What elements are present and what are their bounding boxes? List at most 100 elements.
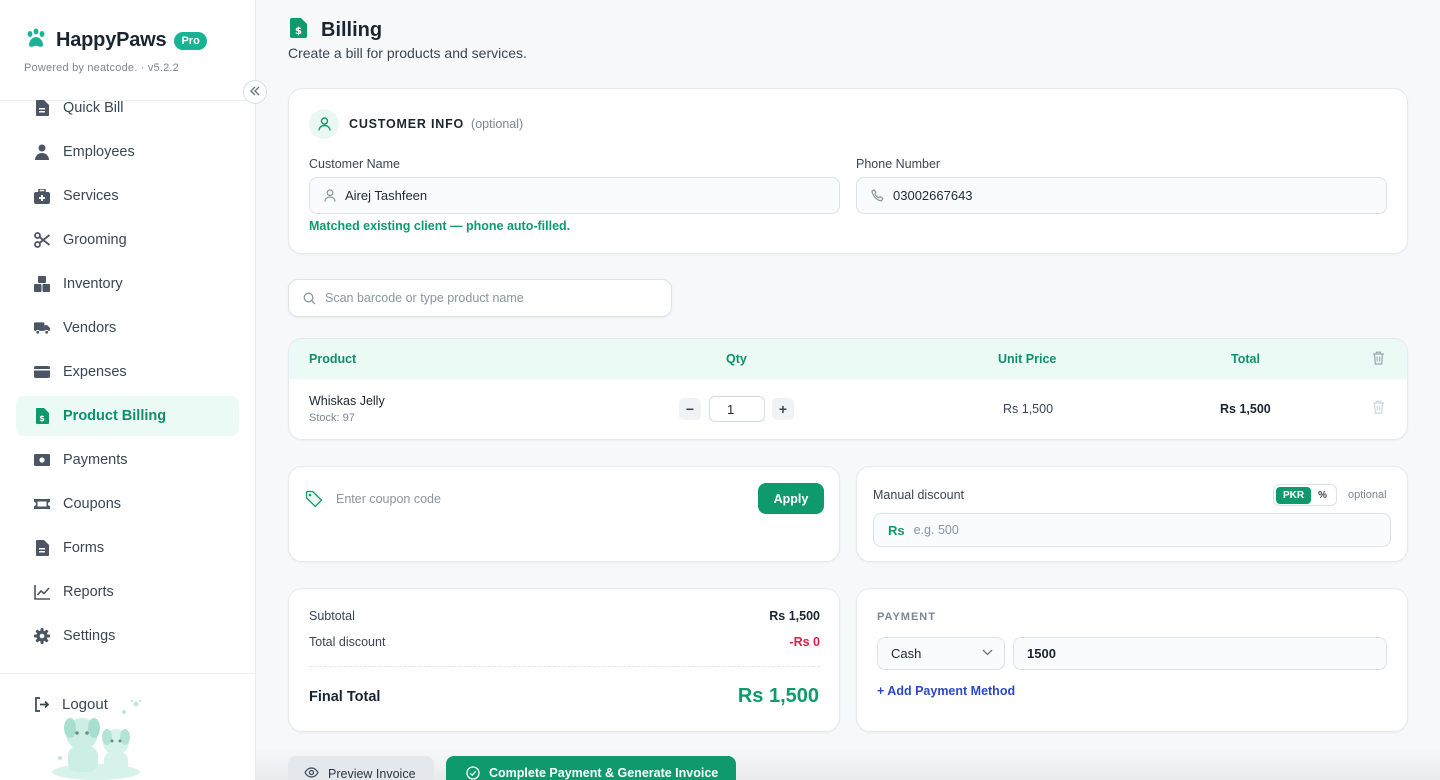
main-content: $ Billing Create a bill for products and…: [256, 0, 1440, 780]
phone-number-input[interactable]: 03002667643: [856, 177, 1387, 214]
sidebar-nav: Quick Bill Employees Services Grooming I…: [16, 88, 239, 660]
logout-icon: [34, 697, 49, 712]
ticket-icon: [34, 496, 50, 512]
customer-name-label: Customer Name: [309, 157, 400, 171]
tag-icon: [305, 490, 323, 508]
document-icon: [34, 100, 50, 116]
sidebar-item-label: Reports: [63, 584, 114, 600]
column-header-total: Total: [1231, 352, 1260, 366]
page-subtitle: Create a bill for products and services.: [288, 45, 527, 61]
customer-name-input[interactable]: Airej Tashfeen: [309, 177, 840, 214]
powered-by: Powered by neatcode. · v5.2.2: [24, 62, 180, 74]
invoice-icon: $: [290, 18, 307, 43]
qty-value: 1: [727, 401, 735, 417]
dogs-illustration: [52, 698, 148, 780]
complete-payment-button[interactable]: Complete Payment & Generate Invoice: [446, 756, 736, 780]
sidebar-item-label: Quick Bill: [63, 100, 124, 116]
customer-info-header: CUSTOMER INFO (optional): [309, 109, 523, 139]
wallet-icon: [34, 364, 50, 380]
sidebar-item-payments[interactable]: Payments: [16, 440, 239, 480]
collapse-sidebar-button[interactable]: [243, 80, 267, 104]
user-icon: [324, 189, 336, 202]
sidebar-item-label: Expenses: [63, 364, 127, 380]
discount-mode-pkr[interactable]: PKR: [1276, 486, 1312, 504]
sidebar-item-product-billing[interactable]: $ Product Billing: [16, 396, 239, 436]
product-search-input[interactable]: Scan barcode or type product name: [288, 279, 672, 317]
sidebar-item-vendors[interactable]: Vendors: [16, 308, 239, 348]
payment-amount-input[interactable]: 1500: [1013, 637, 1387, 670]
payment-method-select[interactable]: Cash: [877, 637, 1005, 670]
coupon-placeholder: Enter coupon code: [336, 492, 441, 506]
sidebar-item-label: Forms: [63, 540, 105, 556]
line-total: Rs 1,500: [1220, 402, 1271, 416]
cash-icon: [34, 452, 50, 468]
sidebar-divider: [0, 673, 255, 674]
add-payment-method-link[interactable]: + Add Payment Method: [877, 684, 1015, 698]
column-header-unit-price: Unit Price: [998, 352, 1057, 366]
chevron-down-icon: [982, 649, 993, 656]
coupon-input[interactable]: Enter coupon code: [305, 488, 745, 510]
svg-text:$: $: [39, 414, 45, 423]
manual-discount-label: Manual discount: [873, 488, 965, 502]
sidebar-item-grooming[interactable]: Grooming: [16, 220, 239, 260]
subtotal-row: Subtotal Rs 1,500: [309, 609, 820, 623]
sidebar-item-employees[interactable]: Employees: [16, 132, 239, 172]
eye-icon: [304, 767, 319, 778]
customer-info-card: CUSTOMER INFO (optional) Customer Name A…: [288, 88, 1408, 254]
page-title-text: Billing: [321, 19, 383, 41]
qty-decrement-button[interactable]: −: [679, 398, 701, 420]
boxes-icon: [34, 276, 50, 292]
apply-coupon-button[interactable]: Apply: [758, 483, 824, 514]
sidebar-item-quick-bill[interactable]: Quick Bill: [16, 88, 239, 128]
qty-input[interactable]: 1: [709, 396, 765, 422]
final-total-label: Final Total: [309, 689, 381, 705]
product-stock: Stock: 97: [309, 412, 355, 424]
check-circle-icon: [466, 766, 480, 780]
minus-icon: −: [685, 401, 695, 417]
sidebar-item-label: Coupons: [63, 496, 122, 512]
chart-line-icon: [34, 584, 50, 600]
sidebar-item-services[interactable]: Services: [16, 176, 239, 216]
invoice-icon: $: [34, 408, 50, 424]
payment-card: PAYMENT Cash 1500 + Add Payment Method: [856, 588, 1408, 732]
discount-mode-percent[interactable]: %: [1311, 487, 1334, 504]
brand[interactable]: HappyPaws Pro: [24, 26, 207, 55]
total-discount-value: -Rs 0: [789, 635, 820, 649]
subtotal-label: Subtotal: [309, 609, 355, 623]
svg-text:$: $: [295, 26, 302, 37]
complete-payment-label: Complete Payment & Generate Invoice: [489, 766, 719, 780]
sidebar-item-settings[interactable]: Settings: [16, 616, 239, 656]
product-table: Product Qty Unit Price Total Whiskas Jel…: [288, 338, 1408, 440]
sidebar-item-label: Grooming: [63, 232, 127, 248]
pro-badge: Pro: [174, 31, 207, 50]
manual-discount-input[interactable]: Rs e.g. 500: [873, 513, 1391, 547]
table-row: Whiskas Jelly Stock: 97 − 1 + Rs 1,500 R…: [289, 379, 1407, 439]
qty-increment-button[interactable]: +: [772, 398, 794, 420]
final-total-value: Rs 1,500: [737, 685, 819, 707]
scissors-icon: [34, 232, 50, 248]
sidebar-item-reports[interactable]: Reports: [16, 572, 239, 612]
sidebar-item-expenses[interactable]: Expenses: [16, 352, 239, 392]
payment-amount-value: 1500: [1027, 646, 1056, 661]
sidebar-item-label: Payments: [63, 452, 128, 468]
subtotal-value: Rs 1,500: [769, 609, 820, 623]
sidebar-item-label: Services: [63, 188, 119, 204]
preview-invoice-button[interactable]: Preview Invoice: [288, 756, 434, 780]
sidebar-item-label: Inventory: [63, 276, 123, 292]
preview-invoice-label: Preview Invoice: [328, 767, 416, 780]
sidebar-item-inventory[interactable]: Inventory: [16, 264, 239, 304]
user-icon: [34, 144, 50, 160]
column-header-qty: Qty: [726, 352, 747, 366]
discount-optional: optional: [1348, 489, 1387, 501]
sidebar-item-label: Employees: [63, 144, 135, 160]
discount-row: Total discount -Rs 0: [309, 635, 820, 649]
customer-name-value: Airej Tashfeen: [345, 188, 428, 203]
manual-discount-card: Manual discount PKR % optional Rs e.g. 5…: [856, 466, 1408, 562]
sidebar: HappyPaws Pro Powered by neatcode. · v5.…: [0, 0, 256, 780]
user-icon: [309, 109, 339, 139]
trash-icon: [1372, 351, 1385, 368]
currency-prefix: Rs: [888, 522, 905, 538]
sidebar-item-forms[interactable]: Forms: [16, 528, 239, 568]
sidebar-item-coupons[interactable]: Coupons: [16, 484, 239, 524]
summary-divider: [309, 666, 820, 667]
